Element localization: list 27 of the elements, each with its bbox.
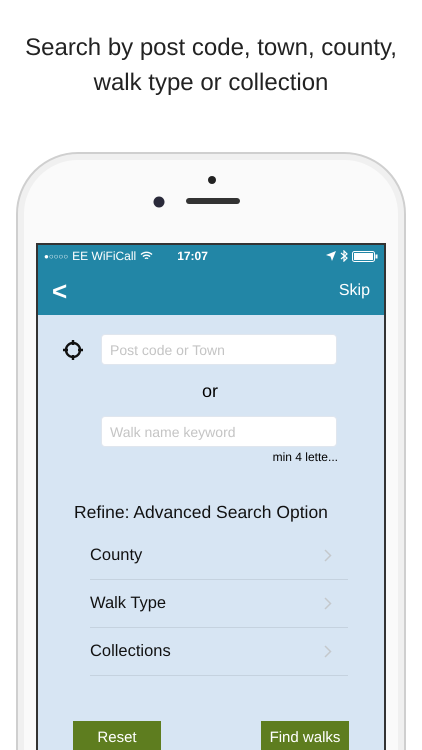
caption: Search by post code, town, county, walk type or collection <box>24 33 398 98</box>
location-field[interactable]: Post code or Town <box>101 334 337 365</box>
refine-heading: Refine: Advanced Search Option <box>74 502 329 523</box>
find-walks-button[interactable]: Find walks <box>261 721 349 750</box>
refine-option[interactable]: Collections <box>90 628 348 676</box>
back-button[interactable]: < <box>52 276 68 306</box>
battery-icon <box>352 250 378 262</box>
skip-button[interactable]: Skip <box>338 282 370 300</box>
camera-icon <box>153 196 165 208</box>
hint-label: min 4 lette... <box>272 450 338 464</box>
signal-dots: ●○○○○ <box>44 252 68 260</box>
chevron-icon <box>324 597 332 610</box>
speaker-icon <box>186 198 240 204</box>
refine-option[interactable]: County <box>90 532 348 580</box>
or-label: or <box>202 381 218 402</box>
wifi-icon <box>140 251 154 261</box>
reset-button[interactable]: Reset <box>73 721 161 750</box>
carrier-label: EE WiFiCall <box>72 249 136 263</box>
sensor-icon <box>208 176 216 184</box>
chevron-icon <box>324 645 332 658</box>
keyword-field[interactable]: Walk name keyword <box>101 416 337 447</box>
clock-time: 17:07 <box>177 249 208 263</box>
bluetooth-icon <box>340 250 348 262</box>
chevron-icon <box>324 549 332 562</box>
crosshair-icon[interactable] <box>62 338 84 360</box>
location-arrow-icon <box>326 251 336 261</box>
refine-option[interactable]: Walk Type <box>90 580 348 628</box>
